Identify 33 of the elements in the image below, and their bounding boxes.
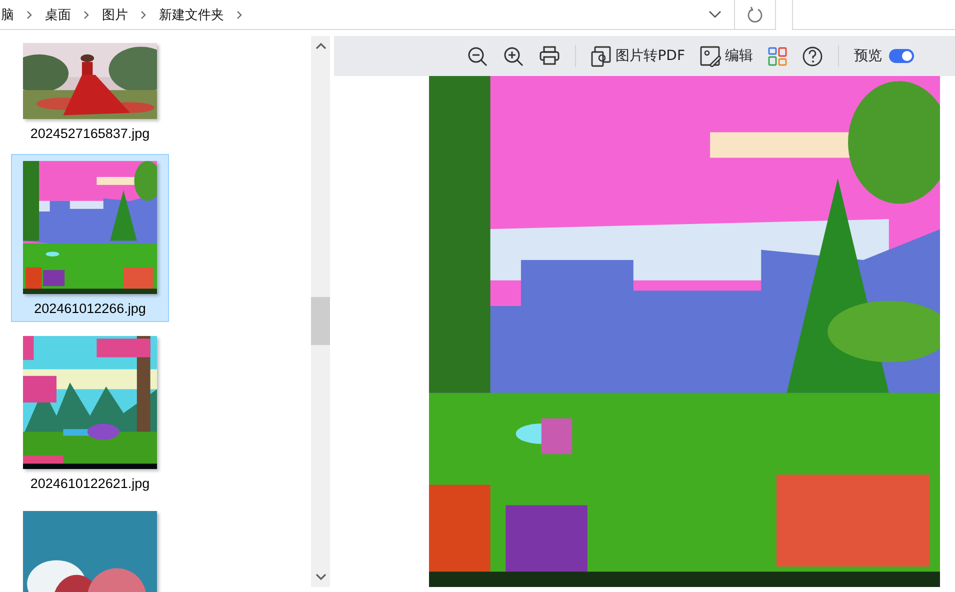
chevron-down-icon[interactable] xyxy=(708,10,722,19)
print-icon[interactable] xyxy=(538,46,560,66)
file-item[interactable]: 2024610122621.jpg xyxy=(11,329,169,497)
image-edit-icon xyxy=(700,46,721,66)
breadcrumb-item[interactable]: 桌面 xyxy=(45,6,71,24)
chevron-right-icon[interactable] xyxy=(26,10,33,20)
image-convert-icon xyxy=(590,46,612,66)
zoom-in-icon[interactable] xyxy=(502,46,524,66)
help-icon[interactable] xyxy=(802,46,823,66)
search-field[interactable] xyxy=(792,0,955,30)
scroll-down-icon[interactable] xyxy=(314,573,326,581)
breadcrumb-item[interactable]: 图片 xyxy=(102,6,128,24)
scrollbar-thumb[interactable] xyxy=(311,297,330,345)
breadcrumb-item[interactable]: 脑 xyxy=(1,6,14,24)
file-item[interactable]: 2024527165837.jpg xyxy=(11,42,169,147)
breadcrumb-item[interactable]: 新建文件夹 xyxy=(159,6,224,24)
preview-label: 预览 xyxy=(854,47,882,65)
chevron-right-icon[interactable] xyxy=(83,10,90,20)
address-bar[interactable]: 脑 桌面 图片 新建文件夹 xyxy=(0,0,776,30)
chevron-right-icon[interactable] xyxy=(236,10,243,20)
edit-button[interactable]: 编辑 xyxy=(700,46,753,66)
file-name: 202461012266.jpg xyxy=(33,300,147,318)
apps-icon[interactable] xyxy=(768,46,787,66)
preview-toggle[interactable] xyxy=(889,49,914,63)
scrollbar[interactable] xyxy=(311,36,330,587)
file-item[interactable]: 202461012266.jpg xyxy=(11,154,169,322)
file-name: 2024610122621.jpg xyxy=(29,475,151,493)
refresh-icon[interactable] xyxy=(747,6,763,24)
zoom-out-icon[interactable] xyxy=(466,46,488,66)
scroll-up-icon[interactable] xyxy=(314,42,326,50)
chevron-right-icon[interactable] xyxy=(140,10,147,20)
file-name: 2024527165837.jpg xyxy=(29,125,151,143)
convert-to-pdf-button[interactable]: 图片转PDF xyxy=(590,46,685,66)
